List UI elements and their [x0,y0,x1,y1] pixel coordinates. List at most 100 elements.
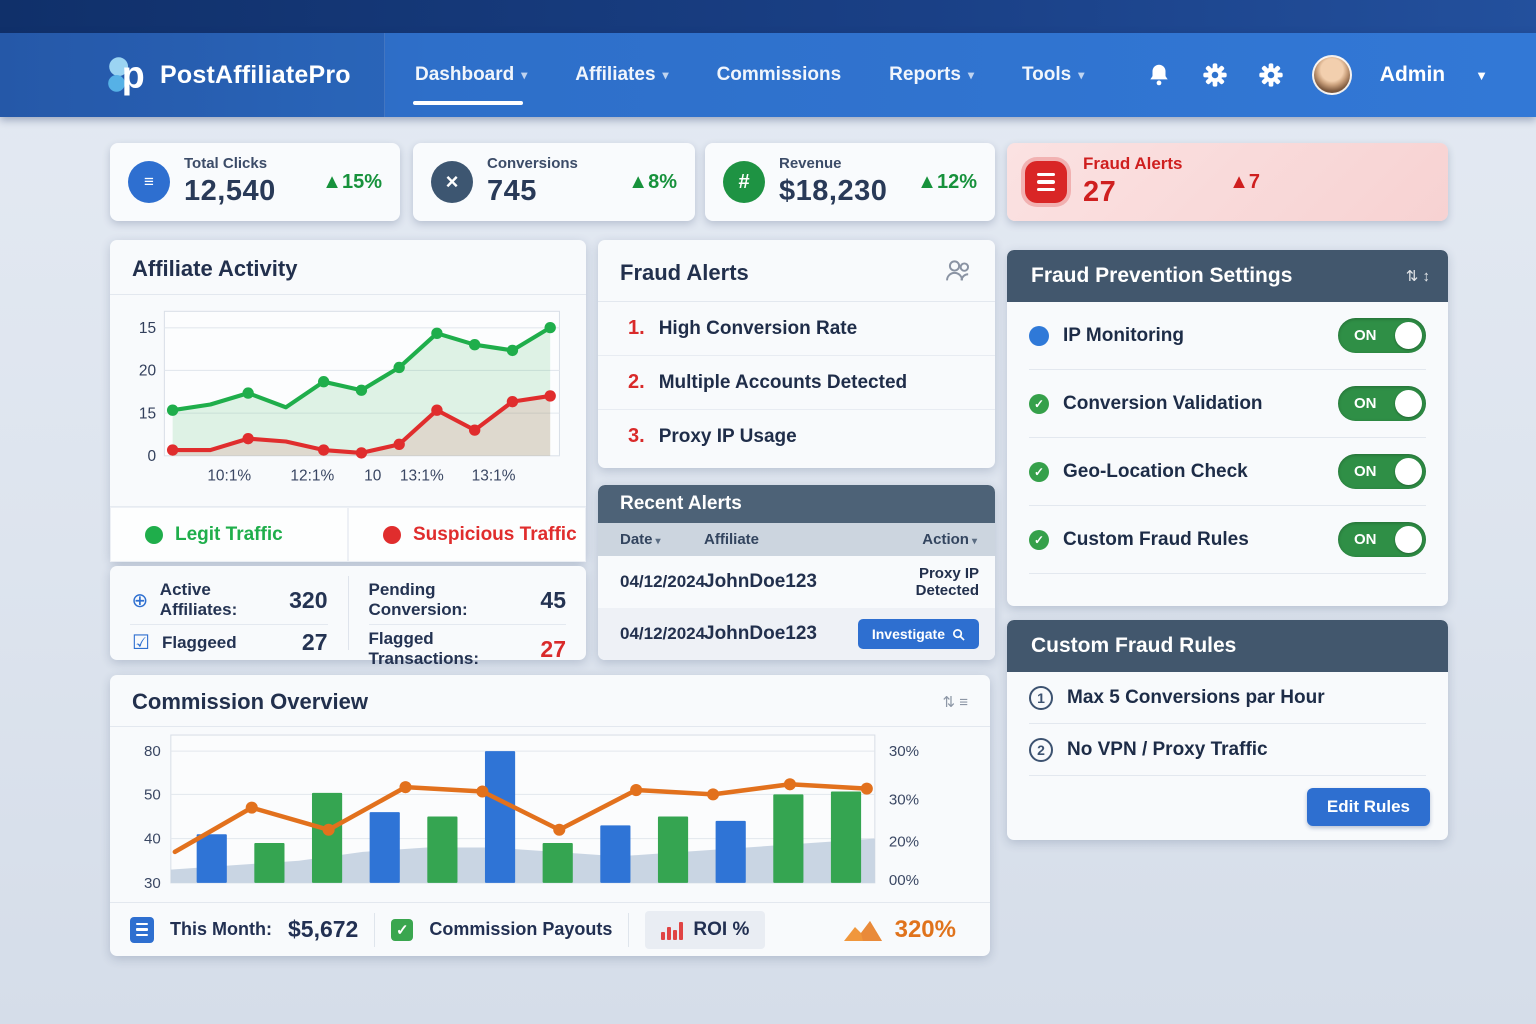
mini-bar-chart-icon [661,920,683,940]
kpi-value: $18,230 [779,176,887,208]
toggle-geo-location[interactable]: ON [1338,454,1426,489]
commission-overview-chart: 8050403030%30%20%00% [122,729,978,905]
svg-text:50: 50 [144,786,161,803]
conversions-icon: × [431,161,473,203]
setting-geo-location: ✓ Geo-Location Check ON [1029,438,1426,506]
kpi-value: 27 [1083,177,1183,209]
revenue-icon: # [723,161,765,203]
rule-item: 2 No VPN / Proxy Traffic [1029,724,1426,776]
avatar[interactable] [1312,55,1352,95]
legend-dot-icon [383,526,401,544]
circled-plus-icon: ⊕ [130,588,150,613]
stats-left-column: ⊕ Active Affiliates: 320 ☑ Flaggeed 27 [110,576,348,650]
sort-icon: ▾ [972,536,977,547]
fraud-alert-item: 3. Proxy IP Usage [598,410,995,463]
panel-title: Commission Overview [132,689,368,715]
svg-text:15: 15 [139,405,156,422]
top-strip [0,0,1536,33]
recent-alerts-panel: Recent Alerts Date▾ Affiliate Action▾ 04… [598,485,995,660]
column-header-action[interactable]: Action▾ [854,531,995,548]
month-value: $5,672 [288,916,358,943]
gear-icon[interactable] [1200,60,1230,90]
chart-legend: Legit Traffic Suspicious Traffic [110,506,586,562]
kpi-label: Conversions [487,156,578,173]
chevron-down-icon: ▾ [521,68,527,82]
svg-text:13:1%: 13:1% [472,467,516,484]
sort-filter-icons[interactable]: ⇅ ↕ [1406,267,1430,285]
nav-item-commissions[interactable]: Commissions [715,54,844,96]
check-circle-icon: ✓ [1029,530,1049,550]
kpi-value: 12,540 [184,176,276,208]
chevron-down-icon: ▾ [663,68,669,82]
navbar: p PostAffiliatePro Dashboard▾ Affiliates… [0,33,1536,117]
nav-right: Admin ▼ [1144,55,1536,95]
svg-text:13:1%: 13:1% [400,467,444,484]
setting-custom-rules: ✓ Custom Fraud Rules ON [1029,506,1426,574]
month-label: This Month: [170,919,272,940]
fraud-alert-item: 1. High Conversion Rate [598,302,995,356]
kpi-label: Revenue [779,156,887,173]
chevron-down-icon[interactable]: ▼ [1475,68,1488,83]
recent-alerts-header: Recent Alerts [598,485,995,523]
svg-text:10:1%: 10:1% [207,467,251,484]
brand-logo-icon: p [104,52,150,98]
nav-item-dashboard[interactable]: Dashboard▾ [413,54,529,96]
kpi-delta: ▲15% [322,171,382,194]
checkbox-checked-icon: ✓ [391,919,413,941]
check-circle-icon: ✓ [1029,394,1049,414]
commission-overview-panel: Commission Overview ⇅ ≡ 8050403030%30%20… [110,675,990,956]
legend-item-legit: Legit Traffic [110,507,348,562]
toggle-knob [1395,322,1422,349]
stat-pending-conversion: Pending Conversion: 45 [369,576,567,625]
edit-rules-button[interactable]: Edit Rules [1307,788,1430,826]
trend-mountain-icon [843,918,883,942]
svg-text:10: 10 [364,467,381,484]
table-row: 04/12/2024 JohnDoe123 Investigate [598,608,995,660]
rule-item: 1 Max 5 Conversions par Hour [1029,672,1426,724]
clicks-icon: ≡ [128,161,170,203]
stat-active-affiliates: ⊕ Active Affiliates: 320 [130,576,328,625]
toggle-custom-rules[interactable]: ON [1338,522,1426,557]
kpi-label: Fraud Alerts [1083,155,1183,174]
svg-text:80: 80 [144,743,161,760]
user-menu-label[interactable]: Admin [1380,63,1445,87]
commission-footer: This Month: $5,672 ✓ Commission Payouts … [110,902,990,956]
kpi-fraud-alerts: Fraud Alerts 27 ▲7 [1007,143,1448,221]
svg-text:30: 30 [144,875,161,892]
roi-label: ROI % [693,919,749,941]
column-header-affiliate[interactable]: Affiliate [704,531,854,548]
fraud-alert-item: 2. Multiple Accounts Detected [598,356,995,410]
receipt-icon [130,917,154,943]
fraud-alerts-panel: Fraud Alerts 1. High Conversion Rate 2. … [598,240,995,468]
nav-item-affiliates[interactable]: Affiliates▾ [573,54,670,96]
affiliate-stats-card: ⊕ Active Affiliates: 320 ☑ Flaggeed 27 P… [110,566,586,660]
column-header-date[interactable]: Date▾ [598,531,704,548]
svg-text:p: p [122,54,145,96]
toggle-conversion-validation[interactable]: ON [1338,386,1426,421]
kpi-label: Total Clicks [184,156,276,173]
svg-text:20%: 20% [889,834,919,851]
stat-flagged: ☑ Flaggeed 27 [130,625,328,660]
kpi-delta: ▲12% [917,171,977,194]
custom-fraud-rules-panel: Custom Fraud Rules 1 Max 5 Conversions p… [1007,620,1448,840]
panel-header: Fraud Prevention Settings ⇅ ↕ [1007,250,1448,302]
svg-text:20: 20 [139,363,156,380]
panel-title: Fraud Prevention Settings [1031,264,1292,288]
toggle-knob [1395,526,1422,553]
roi-chip: ROI % [645,911,765,949]
stats-right-column: Pending Conversion: 45 Flagged Transacti… [348,576,587,650]
nav-item-reports[interactable]: Reports▾ [887,54,976,96]
gear-icon[interactable] [1256,60,1286,90]
nav-item-tools[interactable]: Tools▾ [1020,54,1086,96]
investigate-button[interactable]: Investigate [858,619,979,649]
toggle-ip-monitoring[interactable]: ON [1338,318,1426,353]
magnifier-icon [952,628,965,641]
chevron-down-icon: ▾ [1078,68,1084,82]
setting-conversion-validation: ✓ Conversion Validation ON [1029,370,1426,438]
checkbox-icon: ☑ [130,630,152,655]
sort-filter-icons[interactable]: ⇅ ≡ [943,693,969,711]
svg-text:40: 40 [144,831,161,848]
table-row: 04/12/2024 JohnDoe123 Proxy IP Detected [598,556,995,608]
toggle-knob [1395,458,1422,485]
bell-icon[interactable] [1144,60,1174,90]
